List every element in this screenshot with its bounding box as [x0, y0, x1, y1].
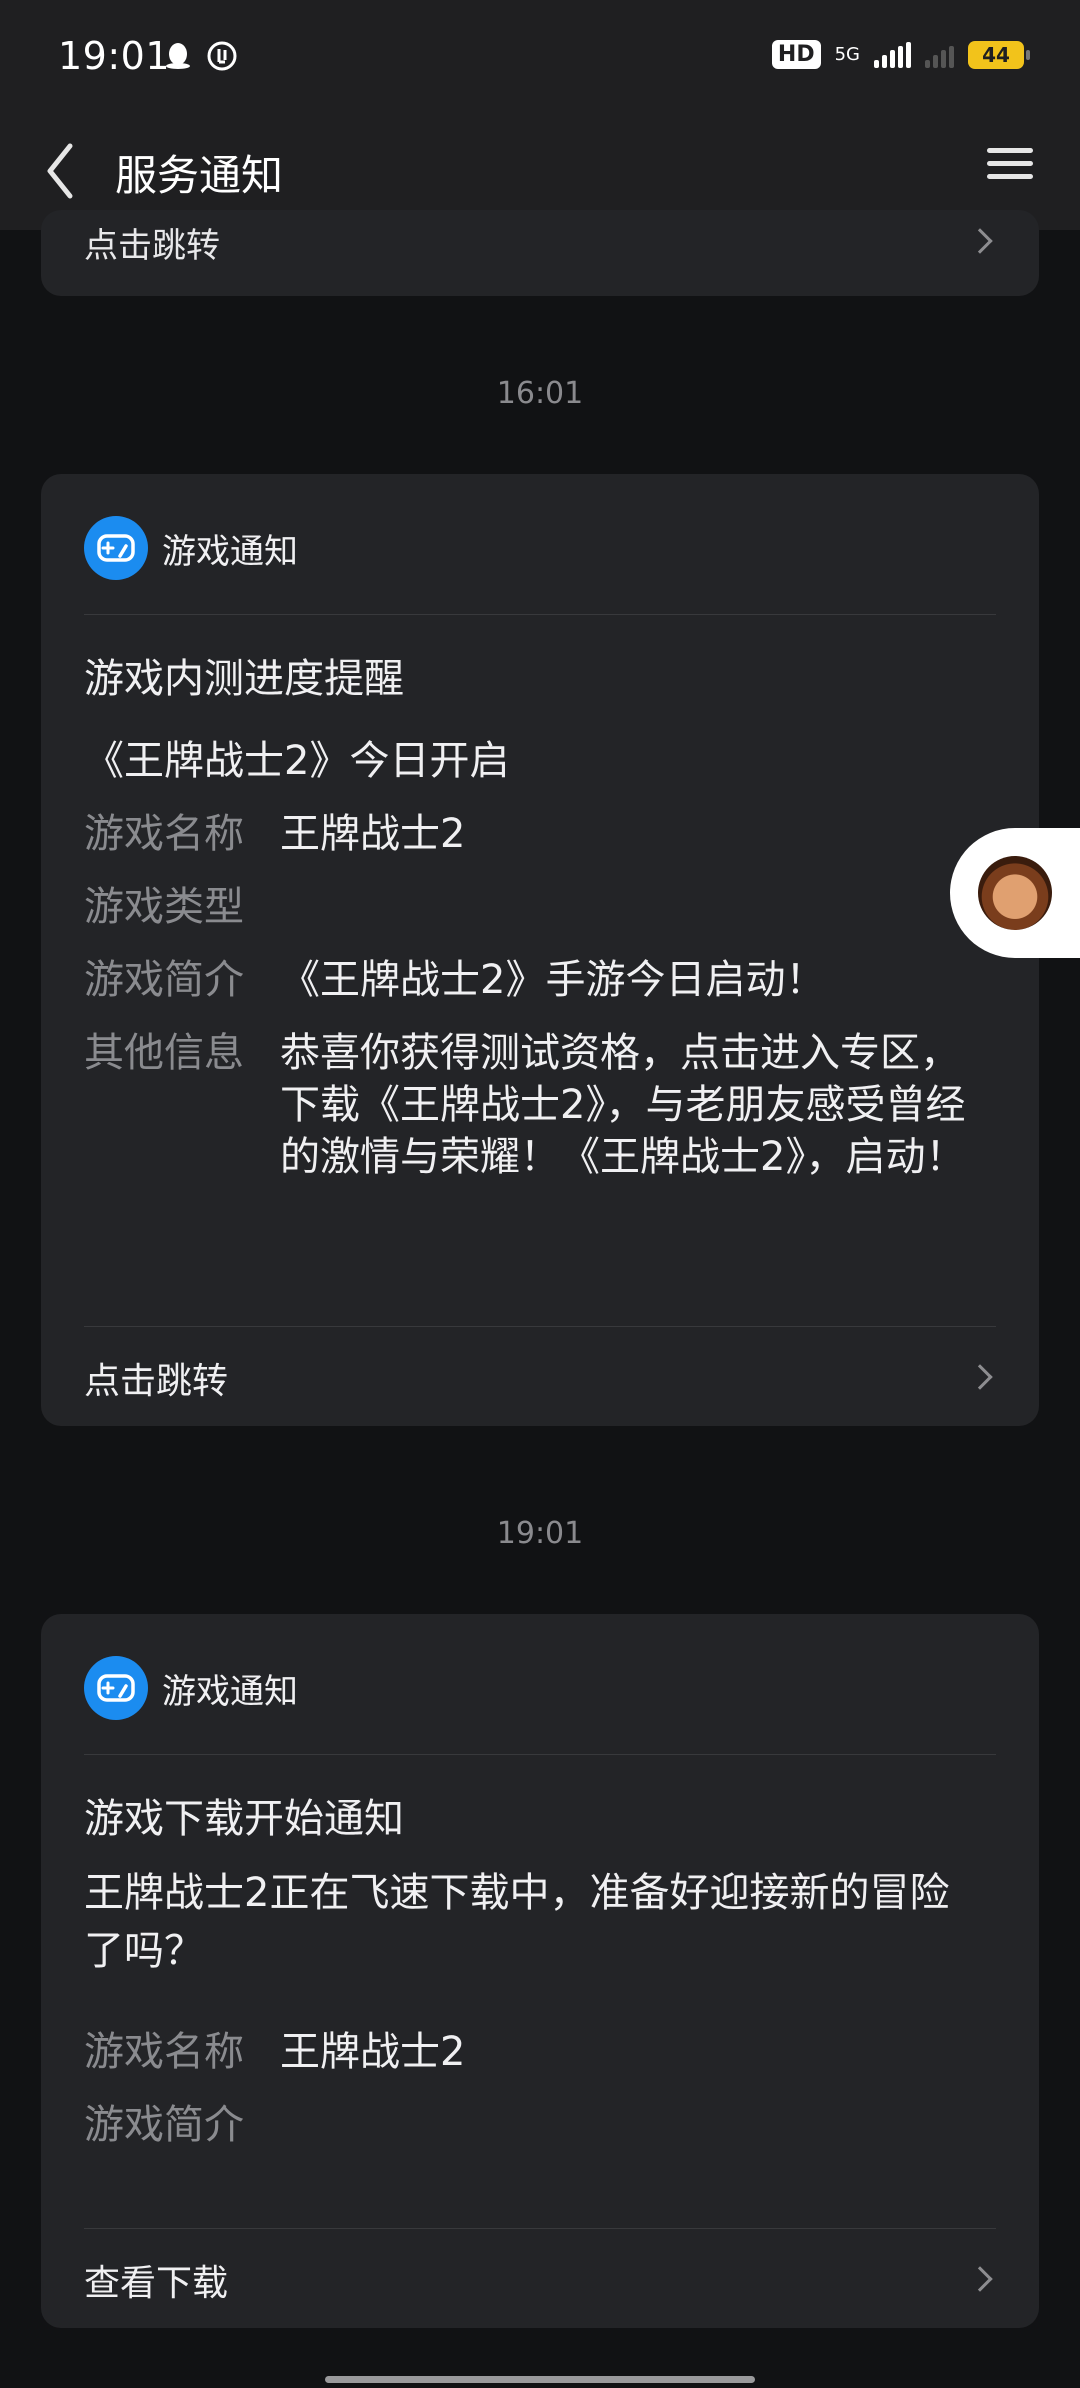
status-bar: 19:01 HD 5G 44 [0, 0, 1080, 112]
card-header: 游戏通知 [84, 516, 298, 580]
field-row: 游戏类型 [84, 881, 996, 933]
chevron-right-icon [967, 228, 993, 254]
app-name: 游戏通知 [162, 531, 298, 572]
chevron-right-icon [967, 2266, 993, 2292]
chevron-right-icon [967, 1364, 993, 1390]
divider [84, 1754, 996, 1755]
avatar [978, 856, 1052, 930]
jump-link-label: 点击跳转 [84, 1361, 229, 1402]
field-label: 游戏名称 [84, 811, 244, 857]
field-value: 王牌战士2 [280, 811, 466, 857]
field-label: 游戏简介 [84, 2102, 244, 2148]
message-title: 游戏下载开始通知 [84, 1796, 404, 1842]
field-row: 游戏简介 [84, 2099, 996, 2151]
message-card-partial[interactable]: 点击跳转 [41, 210, 1039, 296]
field-value: 王牌战士2 [280, 2029, 466, 2075]
message-card: 游戏通知 游戏下载开始通知 王牌战士2正在飞速下载中，准备好迎接新的冒险了吗？ … [41, 1614, 1039, 2328]
signal-secondary-icon [925, 42, 954, 68]
floating-avatar-button[interactable] [950, 828, 1080, 958]
jump-link[interactable]: 点击跳转 [84, 1326, 996, 1426]
field-row: 其他信息 恭喜你获得测试资格，点击进入专区，下载《王牌战士2》，与老朋友感受曾经… [84, 1027, 996, 1183]
field-row: 游戏名称 王牌战士2 [84, 808, 996, 860]
divider [84, 614, 996, 615]
qq-icon [166, 43, 190, 69]
field-label: 游戏类型 [84, 884, 244, 930]
field-row: 游戏名称 王牌战士2 [84, 2026, 996, 2078]
message-title: 游戏内测进度提醒 [84, 656, 404, 702]
home-indicator[interactable] [325, 2376, 755, 2383]
back-button[interactable] [36, 136, 106, 206]
sync-icon [207, 41, 237, 71]
card-header: 游戏通知 [84, 1656, 298, 1720]
message-card: 游戏通知 游戏内测进度提醒 《王牌战士2》今日开启 游戏名称 王牌战士2 游戏类… [41, 474, 1039, 1426]
hd-icon: HD [771, 40, 821, 69]
gamepad-icon [84, 516, 148, 580]
status-time: 19:01 [58, 34, 171, 78]
app-name: 游戏通知 [162, 1671, 298, 1712]
field-label: 游戏名称 [84, 2029, 244, 2075]
signal-icon [874, 41, 911, 68]
menu-button[interactable] [980, 140, 1040, 200]
jump-link-label: 点击跳转 [84, 226, 220, 266]
message-subtitle: 王牌战士2正在飞速下载中，准备好迎接新的冒险了吗？ [84, 1870, 950, 1974]
message-time: 16:01 [496, 376, 584, 411]
view-download-link[interactable]: 查看下载 [84, 2228, 996, 2328]
network-5g-icon: 5G [834, 43, 860, 65]
field-label: 游戏简介 [84, 957, 244, 1003]
message-subtitle: 《王牌战士2》今日开启 [84, 738, 510, 784]
field-value: 恭喜你获得测试资格，点击进入专区，下载《王牌战士2》，与老朋友感受曾经的激情与荣… [280, 1030, 966, 1180]
menu-icon [987, 148, 1033, 153]
field-value [280, 881, 996, 933]
status-right: HD 5G 44 [771, 40, 1030, 69]
field-value: 《王牌战士2》手游今日启动！ [280, 957, 826, 1003]
field-row: 游戏简介 《王牌战士2》手游今日启动！ [84, 954, 996, 1006]
field-value [280, 2099, 996, 2151]
page-title: 服务通知 [115, 151, 284, 200]
field-label: 其他信息 [84, 1030, 244, 1076]
message-time: 19:01 [496, 1516, 584, 1551]
battery-icon: 44 [968, 40, 1030, 69]
gamepad-icon [84, 1656, 148, 1720]
view-download-label: 查看下载 [84, 2263, 229, 2304]
